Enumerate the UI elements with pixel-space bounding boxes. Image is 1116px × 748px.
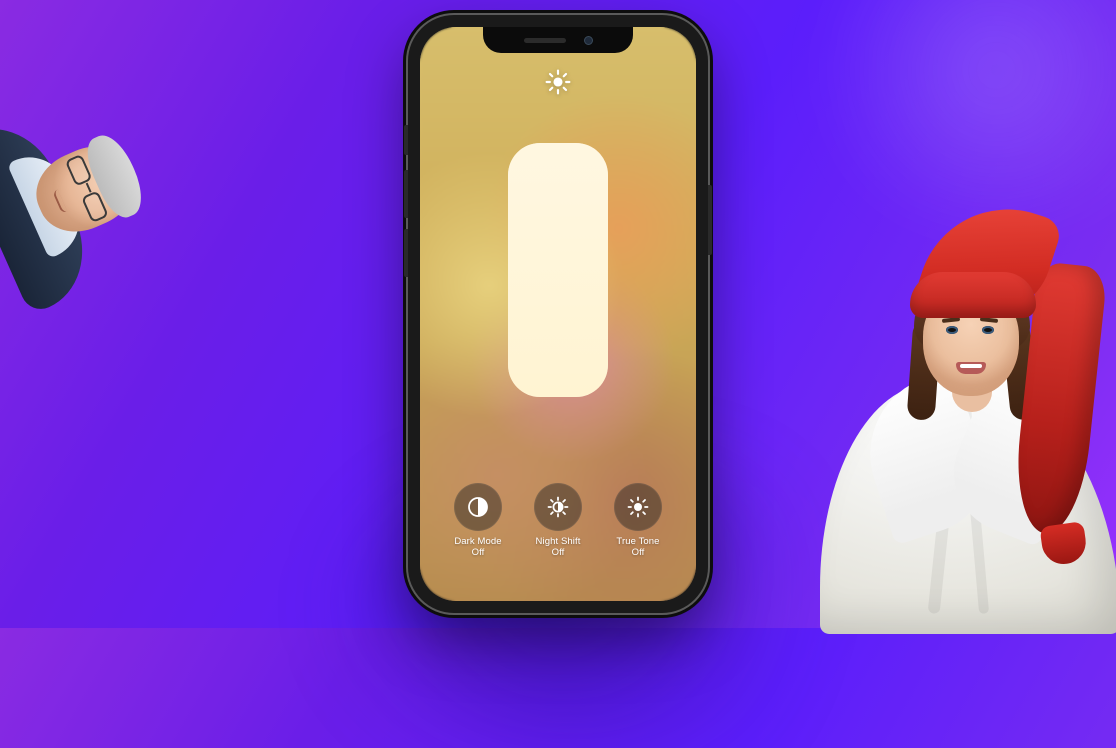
brightness-slider[interactable]: [508, 143, 608, 397]
decorative-person-right: [810, 194, 1116, 634]
power-button[interactable]: [708, 185, 712, 255]
dark-mode-icon: [454, 483, 502, 531]
iphone-frame: Dark Mode Off: [408, 15, 708, 613]
true-tone-label: True Tone: [616, 536, 659, 547]
true-tone-state: Off: [616, 548, 659, 559]
front-camera: [584, 36, 593, 45]
night-shift-label: Night Shift: [536, 536, 581, 547]
night-shift-toggle[interactable]: Night Shift Off: [534, 483, 582, 559]
volume-up-button[interactable]: [404, 170, 408, 218]
dark-mode-toggle[interactable]: Dark Mode Off: [454, 483, 502, 559]
volume-down-button[interactable]: [404, 229, 408, 277]
true-tone-toggle[interactable]: True Tone Off: [614, 483, 662, 559]
dark-mode-state: Off: [454, 548, 501, 559]
mute-switch[interactable]: [404, 125, 408, 155]
night-shift-icon: [534, 483, 582, 531]
night-shift-state: Off: [536, 548, 581, 559]
decorative-person-left: [0, 81, 168, 312]
true-tone-icon: [614, 483, 662, 531]
background-glow-top: [796, 0, 1116, 220]
sun-icon: [545, 69, 571, 95]
display-controls-row: Dark Mode Off: [420, 483, 696, 559]
display-notch: [483, 27, 633, 53]
brightness-slider-fill: [508, 143, 608, 397]
earpiece-speaker: [524, 38, 566, 43]
dark-mode-label: Dark Mode: [454, 536, 501, 547]
phone-screen: Dark Mode Off: [420, 27, 696, 601]
